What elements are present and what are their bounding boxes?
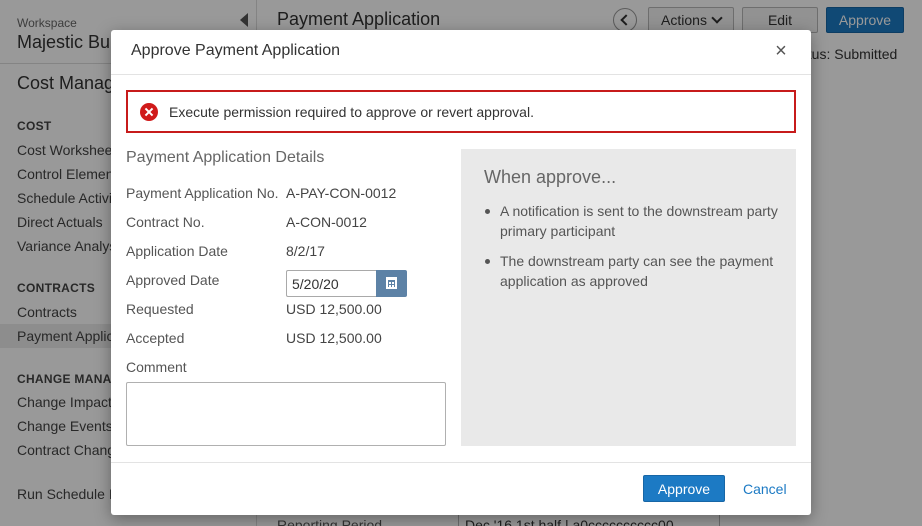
info-item: The downstream party can see the payment… bbox=[484, 251, 784, 291]
error-message-box: Execute permission required to approve o… bbox=[126, 90, 796, 133]
details-title: Payment Application Details bbox=[126, 149, 325, 166]
comment-label: Comment bbox=[126, 359, 187, 375]
application-date-value: 8/2/17 bbox=[286, 243, 325, 259]
dialog-title: Approve Payment Application bbox=[131, 42, 341, 59]
application-date-label: Application Date bbox=[126, 243, 228, 259]
requested-label: Requested bbox=[126, 301, 194, 317]
error-message: Execute permission required to approve o… bbox=[169, 104, 534, 120]
calendar-icon bbox=[386, 277, 397, 289]
dialog-footer-divider bbox=[111, 462, 811, 463]
info-panel: When approve... A notification is sent t… bbox=[461, 149, 796, 446]
info-title: When approve... bbox=[484, 167, 617, 187]
approved-date-label: Approved Date bbox=[126, 272, 220, 288]
approve-button[interactable]: Approve bbox=[643, 475, 725, 502]
contract-no-label: Contract No. bbox=[126, 214, 205, 230]
approve-dialog: Approve Payment Application × Execute pe… bbox=[111, 30, 811, 515]
approved-date-input[interactable] bbox=[286, 270, 377, 297]
info-list: A notification is sent to the downstream… bbox=[484, 201, 784, 301]
close-icon[interactable]: × bbox=[771, 40, 791, 62]
accepted-label: Accepted bbox=[126, 330, 185, 346]
payment-application-no-value: A-PAY-CON-0012 bbox=[286, 185, 397, 201]
dialog-header: Approve Payment Application × bbox=[111, 30, 811, 75]
cancel-button[interactable]: Cancel bbox=[743, 481, 787, 497]
contract-no-value: A-CON-0012 bbox=[286, 214, 367, 230]
requested-value: USD 12,500.00 bbox=[286, 301, 382, 317]
comment-field[interactable] bbox=[126, 382, 446, 446]
error-icon bbox=[140, 103, 158, 121]
info-item: A notification is sent to the downstream… bbox=[484, 201, 784, 241]
calendar-button[interactable] bbox=[376, 270, 407, 297]
payment-application-no-label: Payment Application No. bbox=[126, 185, 279, 201]
accepted-value: USD 12,500.00 bbox=[286, 330, 382, 346]
